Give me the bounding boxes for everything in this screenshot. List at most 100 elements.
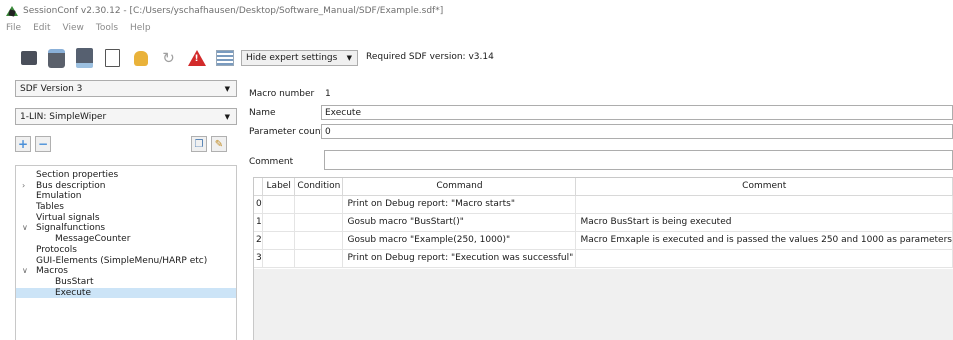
- cell-comment[interactable]: [575, 249, 953, 268]
- tree-item-label: Section properties: [36, 170, 119, 180]
- lin-select[interactable]: 1-LIN: SimpleWiper ▼: [15, 108, 237, 125]
- tree-item-label: MessageCounter: [55, 234, 131, 245]
- cell-condition[interactable]: [294, 231, 344, 250]
- section-tree: Section properties › Bus description Emulat…: [15, 165, 237, 340]
- tree-item[interactable]: Section properties: [16, 170, 236, 181]
- expand-caret-icon[interactable]: ∨: [22, 223, 28, 234]
- edit-icon: ✎: [214, 138, 224, 150]
- add-button[interactable]: +: [15, 136, 31, 152]
- cell-label[interactable]: [262, 195, 296, 214]
- required-version-label: Required SDF version: v3.14: [366, 52, 494, 62]
- menu-file[interactable]: File: [6, 23, 21, 37]
- table-empty-area: [254, 269, 953, 340]
- cell-label[interactable]: [262, 249, 296, 268]
- menu-help[interactable]: Help: [130, 23, 151, 37]
- cell-comment[interactable]: Macro BusStart is being executed: [575, 213, 953, 232]
- expert-settings-select[interactable]: Hide expert settings ▼: [241, 50, 358, 66]
- tree-item[interactable]: Execute: [16, 287, 236, 299]
- left-panel: SDF Version 3 ▼ 1-LIN: SimpleWiper ▼ + −…: [15, 80, 238, 340]
- cell-command[interactable]: Gosub macro "BusStart()": [342, 213, 577, 232]
- new-document-icon[interactable]: [18, 48, 39, 69]
- tree-item[interactable]: Emulation: [16, 191, 236, 202]
- cell-condition[interactable]: [294, 249, 344, 268]
- app-logo-icon: [6, 5, 18, 17]
- cell-command[interactable]: Print on Debug report: "Macro starts": [342, 195, 577, 214]
- cell-index: 0: [254, 195, 264, 214]
- chevron-down-icon: ▼: [346, 54, 352, 62]
- macro-editor: Macro number 1 Name Execute Parameter co…: [245, 80, 953, 340]
- tree-item[interactable]: › Bus description: [16, 181, 236, 192]
- plus-icon: +: [17, 137, 29, 151]
- header-command[interactable]: Command: [342, 178, 577, 196]
- header-index: [254, 178, 264, 196]
- blank-page-icon[interactable]: [102, 48, 123, 69]
- tree-item-label: Emulation: [36, 191, 82, 202]
- tree-item[interactable]: GUI-Elements (SimpleMenu/HARP etc): [16, 256, 236, 267]
- tree-item[interactable]: Virtual signals: [16, 213, 236, 224]
- tree-item-label: Macros: [36, 266, 68, 277]
- table-row[interactable]: 3 Print on Debug report: "Execution was s…: [254, 249, 953, 268]
- parameter-count-label: Parameter count: [249, 127, 325, 137]
- menu-view[interactable]: View: [63, 23, 84, 37]
- tree-item[interactable]: ∨ Signalfunctions: [16, 223, 236, 234]
- window-title: SessionConf v2.30.12 - [C:/Users/yschafh…: [23, 6, 444, 16]
- cell-index: 1: [254, 213, 264, 232]
- tree-item-label: Tables: [36, 202, 64, 213]
- table-row[interactable]: 1 Gosub macro "BusStart()" Macro BusStart …: [254, 213, 953, 232]
- refresh-icon[interactable]: ↻: [158, 48, 179, 69]
- warning-icon[interactable]: [186, 48, 207, 69]
- list-icon[interactable]: [214, 48, 235, 69]
- tree-item-label: BusStart: [55, 276, 94, 287]
- remove-button[interactable]: −: [35, 136, 51, 152]
- macro-number-label: Macro number: [249, 89, 315, 99]
- table-row[interactable]: 0 Print on Debug report: "Macro starts": [254, 195, 953, 214]
- copy-icon: ❐: [194, 138, 204, 150]
- sdf-version-select[interactable]: SDF Version 3 ▼: [15, 80, 237, 97]
- tree-item-label: Execute: [55, 287, 91, 298]
- cell-command[interactable]: Gosub macro "Example(250, 1000)": [342, 231, 577, 250]
- tree-item[interactable]: Protocols: [16, 245, 236, 256]
- expand-caret-icon[interactable]: ›: [22, 181, 25, 192]
- cell-condition[interactable]: [294, 213, 344, 232]
- tree-item-label: Protocols: [36, 244, 77, 255]
- comment-field[interactable]: [324, 150, 953, 170]
- menu-edit[interactable]: Edit: [33, 23, 50, 37]
- hand-icon[interactable]: [130, 48, 151, 69]
- cell-index: 2: [254, 231, 264, 250]
- header-label[interactable]: Label: [262, 178, 296, 196]
- expert-settings-value: Hide expert settings: [246, 53, 338, 63]
- tree-item[interactable]: BusStart: [16, 277, 236, 288]
- cell-condition[interactable]: [294, 195, 344, 214]
- tree-item[interactable]: Tables: [16, 202, 236, 213]
- expand-caret-icon[interactable]: ∨: [22, 266, 28, 277]
- name-field[interactable]: Execute: [321, 105, 953, 120]
- cell-label[interactable]: [262, 231, 296, 250]
- sdf-version-value: SDF Version 3: [20, 83, 83, 94]
- menu-tools[interactable]: Tools: [96, 23, 118, 37]
- open-icon[interactable]: [46, 48, 67, 69]
- table-row[interactable]: 2 Gosub macro "Example(250, 1000)" Macro E…: [254, 231, 953, 250]
- parameter-count-value: 0: [325, 126, 331, 137]
- cell-comment[interactable]: Macro Emxaple is executed and is passed …: [575, 231, 953, 250]
- chevron-down-icon: ▼: [224, 84, 230, 93]
- edit-button[interactable]: ✎: [211, 136, 227, 152]
- tree-item-label: Bus description: [36, 180, 106, 191]
- cell-command[interactable]: Print on Debug report: "Execution was su…: [342, 249, 577, 268]
- header-comment[interactable]: Comment: [575, 178, 953, 196]
- tree-item[interactable]: ∨ Macros: [16, 266, 236, 277]
- save-icon[interactable]: [74, 48, 95, 69]
- chevron-down-icon: ▼: [224, 112, 230, 121]
- tree-item[interactable]: MessageCounter: [16, 234, 236, 245]
- command-table: Label Condition Command Comment 0 Print o…: [253, 177, 953, 340]
- parameter-count-field[interactable]: 0: [321, 124, 953, 139]
- tree-item-label: Signalfunctions: [36, 223, 106, 234]
- minus-icon: −: [37, 137, 49, 151]
- cell-comment[interactable]: [575, 195, 953, 214]
- name-label: Name: [249, 108, 276, 118]
- copy-button[interactable]: ❐: [191, 136, 207, 152]
- tree-item-label: GUI-Elements (SimpleMenu/HARP etc): [36, 255, 208, 266]
- header-condition[interactable]: Condition: [294, 178, 344, 196]
- macro-number-value: 1: [325, 89, 331, 99]
- name-value: Execute: [325, 107, 361, 118]
- cell-label[interactable]: [262, 213, 296, 232]
